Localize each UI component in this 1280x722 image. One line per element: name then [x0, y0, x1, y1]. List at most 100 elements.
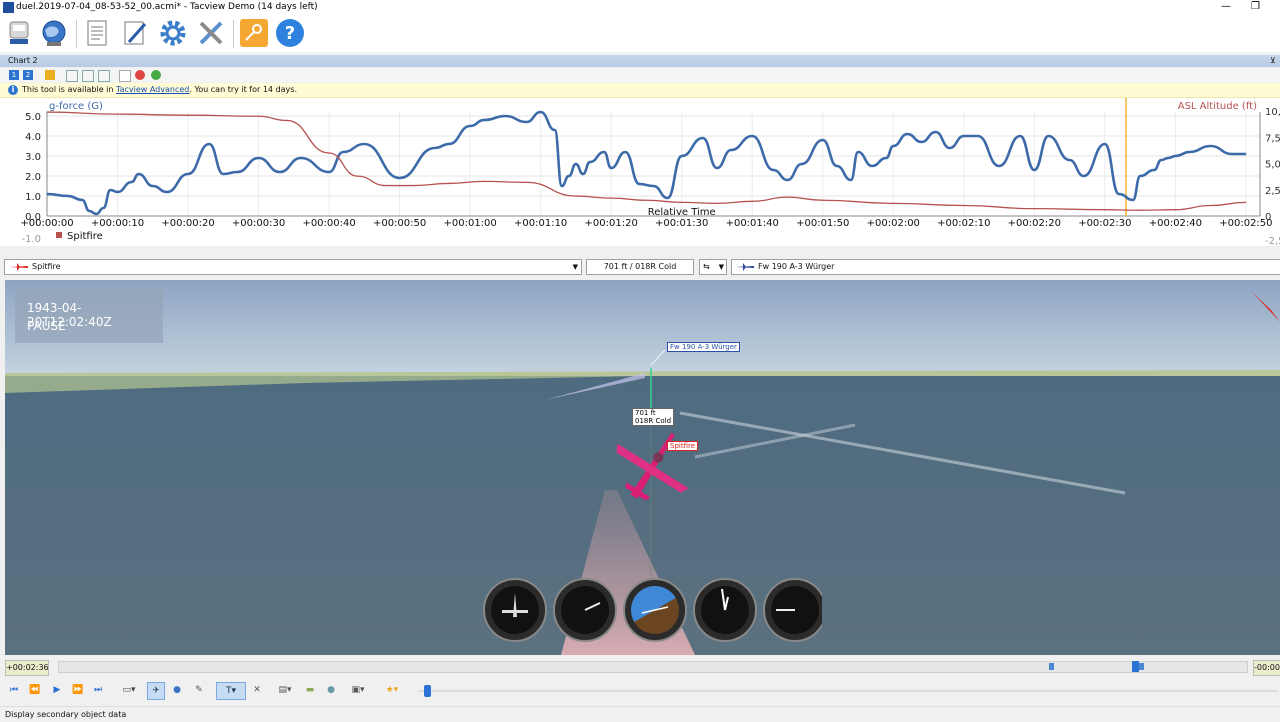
license-key-button[interactable]	[237, 16, 271, 50]
clouds-icon: ●	[327, 685, 335, 695]
primary-aircraft-label[interactable]: Spitfire	[667, 441, 699, 451]
timeline-end-marker[interactable]	[1139, 663, 1144, 670]
edit-button[interactable]	[118, 16, 152, 50]
chart-zoom-fit-button[interactable]	[66, 70, 78, 82]
tacview-advanced-link[interactable]: Tacview Advanced	[116, 85, 189, 94]
chart-zoom-out-button[interactable]	[98, 70, 110, 82]
status-bar: Display secondary object data	[0, 706, 1280, 722]
chart-copy-button[interactable]	[119, 70, 131, 82]
data-point	[892, 145, 894, 147]
data-point	[1139, 175, 1141, 177]
timeline-track[interactable]	[58, 661, 1248, 673]
current-time: +00:02:36	[5, 660, 49, 676]
tools-options-button[interactable]: ✕	[249, 682, 265, 698]
help-icon: ?	[276, 19, 304, 47]
data-point	[1019, 135, 1021, 137]
tools-button[interactable]	[194, 16, 228, 50]
y-left-tick-label: 2.0	[25, 172, 41, 183]
screenshot-icon: ▣▾	[351, 685, 365, 695]
label-icon: T▾	[225, 686, 236, 696]
help-button[interactable]: ?	[273, 16, 307, 50]
minimize-button[interactable]: —	[1221, 1, 1231, 12]
open-recording-icon	[9, 21, 29, 44]
chart-area[interactable]: 5.04.03.02.01.00.0-1.010,0007,5005,0002,…	[0, 98, 1280, 247]
speed-slider-track[interactable]	[418, 690, 1278, 692]
data-point	[286, 119, 288, 122]
data-point	[469, 125, 471, 127]
relative-readout-label: 701 ft 018R Cold	[632, 408, 675, 426]
swap-objects-button[interactable]: ⇆ ▼	[699, 259, 727, 275]
document-button[interactable]	[80, 16, 114, 50]
data-point	[568, 175, 570, 177]
gear-icon	[160, 20, 186, 46]
data-point	[885, 157, 887, 159]
x-tick-label: +00:02:10	[937, 218, 990, 229]
data-point	[1153, 169, 1155, 171]
camera-mode-button[interactable]: ▭▾	[116, 682, 142, 698]
data-point	[575, 163, 577, 165]
bookmarks-button[interactable]: ★▾	[379, 682, 405, 698]
wrench-screwdriver-icon	[199, 21, 223, 45]
data-point	[920, 141, 923, 143]
chevron-down-icon: ▼	[572, 263, 578, 271]
aircraft-icon: ✈	[152, 686, 160, 696]
speed-slider-thumb[interactable]	[424, 685, 431, 697]
data-point	[582, 173, 584, 175]
chart-remove-button[interactable]	[135, 70, 145, 80]
settings-button[interactable]	[156, 16, 190, 50]
skip-to-end-button[interactable]: ⏭	[90, 682, 106, 698]
chart-panel-pin[interactable]: ⊻	[1270, 56, 1276, 65]
x-tick-label: +00:02:30	[1078, 218, 1131, 229]
terrain-button[interactable]: ▬	[302, 682, 318, 698]
chart-add-button[interactable]	[151, 70, 161, 80]
gforce-altitude-chart[interactable]: 5.04.03.02.01.00.0-1.010,0007,5005,0002,…	[0, 98, 1280, 247]
timeline-thumb[interactable]	[1132, 661, 1139, 672]
y-right-tick-label: 7,500	[1265, 133, 1280, 144]
secondary-object-selector[interactable]: Fw 190 A-3 Würger	[731, 259, 1280, 275]
primary-object-selector[interactable]: Spitfire ▼	[4, 259, 582, 275]
data-point	[702, 137, 704, 139]
chase-camera-button[interactable]: ✈	[147, 682, 165, 700]
timeline-bar: +00:02:36 -00:00:	[0, 657, 1280, 677]
online-button[interactable]	[37, 16, 71, 50]
screenshot-button[interactable]: ▣▾	[344, 682, 372, 698]
tacview-app-icon	[3, 2, 14, 13]
data-point	[1132, 199, 1134, 201]
cockpit-instrument-cluster	[483, 578, 822, 642]
3d-view[interactable]: Fw 190 A-3 Würger 701 ft 018R Cold Spitf…	[5, 280, 1280, 655]
x-tick-label: +00:00:30	[232, 218, 285, 229]
data-point	[751, 200, 753, 202]
satellite-view-button[interactable]: ✎	[191, 682, 207, 698]
label-options-button[interactable]: T▾	[216, 682, 246, 700]
chart-panel-title: Chart 2	[8, 56, 38, 65]
x-axis-label: Relative Time	[648, 207, 716, 218]
rewind-button[interactable]: ⏪	[27, 682, 43, 698]
fast-forward-button[interactable]: ⏩	[70, 682, 86, 698]
x-tick-label: +00:02:50	[1219, 218, 1272, 229]
key-icon	[240, 19, 268, 47]
data-point	[504, 115, 507, 117]
data-point	[483, 180, 485, 182]
chart-zoom-in-button[interactable]	[82, 70, 94, 82]
globe-view-button[interactable]: ●	[169, 682, 185, 698]
display-options-button[interactable]: ▤▾	[272, 682, 298, 698]
chart-2-button[interactable]: 2	[23, 70, 33, 80]
restore-button[interactable]: ❐	[1251, 1, 1260, 12]
skip-to-end-icon: ⏭	[93, 685, 103, 695]
data-point	[645, 199, 648, 201]
clouds-button[interactable]: ●	[323, 682, 339, 698]
data-point	[1245, 153, 1247, 155]
satellite-icon: ✎	[195, 685, 203, 695]
timeline-marker[interactable]	[1049, 663, 1054, 670]
open-recording-button[interactable]	[2, 16, 36, 50]
chart-1-button[interactable]: 1	[9, 70, 19, 80]
data-point	[448, 182, 450, 185]
target-aircraft-label[interactable]: Fw 190 A-3 Würger	[667, 342, 740, 352]
data-point	[575, 195, 577, 197]
play-button[interactable]: ▶	[49, 682, 65, 698]
swap-icon: ⇆	[703, 262, 710, 271]
skip-to-start-button[interactable]: ⏮	[6, 682, 22, 698]
chart-pencil-button[interactable]	[45, 70, 55, 80]
data-point	[652, 185, 655, 187]
data-point	[300, 157, 302, 159]
